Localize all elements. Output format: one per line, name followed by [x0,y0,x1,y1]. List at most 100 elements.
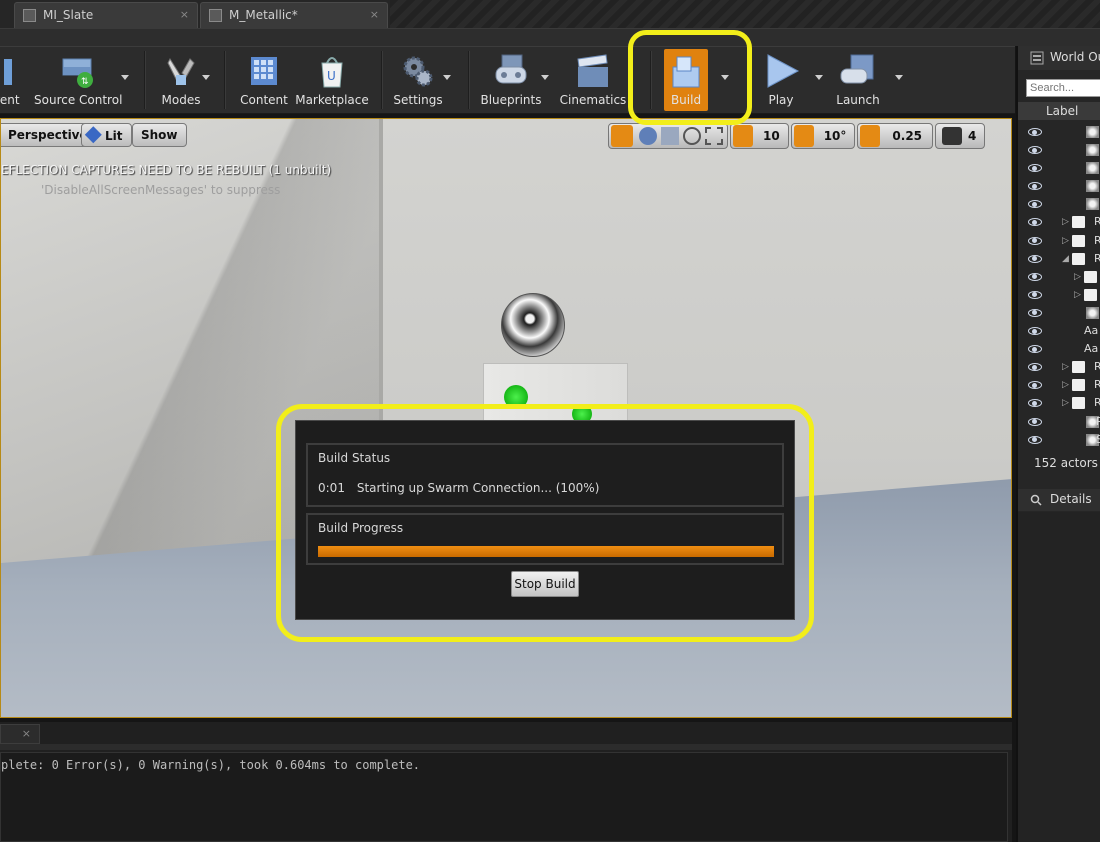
eye-icon[interactable] [1028,290,1042,299]
outliner-row[interactable]: ▷ R [1018,214,1100,232]
outliner-row[interactable] [1018,142,1100,160]
toolbar-label: Launch [836,93,880,107]
eye-icon[interactable] [1028,146,1042,155]
marketplace-button[interactable]: U Marketplace [294,49,370,111]
content-button[interactable]: Content [236,49,292,111]
blueprint-icon [495,54,527,84]
volume-icon [1086,144,1099,157]
metallic-sphere[interactable] [501,293,565,357]
lit-button[interactable]: Lit [81,123,132,147]
play-button[interactable]: Play [754,49,808,111]
blueprints-button[interactable]: Blueprints [478,49,544,111]
eye-icon[interactable] [1028,128,1042,136]
outliner-row[interactable] [1018,178,1100,196]
eye-icon[interactable] [1028,363,1042,372]
expand-arrow-icon[interactable]: ▷ [1074,272,1081,282]
modes-button[interactable]: Modes [152,49,210,111]
viewport-tools: 10 10° 0.25 4 [608,123,986,149]
chevron-down-icon[interactable] [815,75,823,80]
chevron-down-icon[interactable] [202,75,210,80]
eye-icon[interactable] [1028,399,1042,408]
outliner-row[interactable] [1018,124,1100,142]
outliner-row[interactable]: S [1018,432,1100,450]
settings-button[interactable]: Settings [390,49,446,111]
outliner-row[interactable]: Aa [1018,323,1100,341]
toolbar-label: Modes [161,93,201,107]
eye-icon[interactable] [1028,381,1042,390]
source-control-icon: ⇅ [62,58,93,88]
tab-m-metallic[interactable]: M_Metallic* × [200,2,388,28]
tab-strip-background [390,0,1100,28]
outliner-row[interactable] [1018,305,1100,323]
eye-icon[interactable] [1028,254,1042,263]
scale-icon[interactable] [661,127,679,145]
world-local-icon[interactable] [683,127,701,145]
surface-snap-icon[interactable] [705,127,723,145]
output-log[interactable]: plete: 0 Error(s), 0 Warning(s), took 0.… [0,752,1008,842]
eye-icon[interactable] [1028,236,1042,245]
outliner-row-label: S [1096,432,1100,446]
label-column-header[interactable]: Label [1018,102,1100,120]
outliner-row[interactable]: P [1018,414,1100,432]
source-control-button[interactable]: ⇅ Source Control [34,49,122,111]
expand-arrow-icon[interactable]: ▷ [1062,217,1069,227]
outliner-row[interactable]: ◢ R [1018,251,1100,269]
eye-icon[interactable] [1028,417,1042,426]
sphere-icon [1086,162,1099,175]
chevron-down-icon[interactable] [443,75,451,80]
chevron-down-icon[interactable] [895,75,903,80]
outliner-row[interactable]: ▷ R [1018,377,1100,395]
close-icon[interactable]: × [22,727,31,740]
camera-speed-control[interactable]: 4 [935,123,986,149]
eye-icon[interactable] [1028,182,1042,191]
tab-mi-slate[interactable]: MI_Slate × [14,2,198,28]
eye-icon[interactable] [1028,435,1042,444]
outliner-list: ▷ R ▷ R ◢ R ▷ ▷ Aa Aa ▷ R ▷ R ▷ R P S [1018,124,1100,450]
outliner-row[interactable]: ▷ R [1018,359,1100,377]
grid-snap-control[interactable]: 10 [730,123,789,149]
camera-speed-value: 4 [968,129,977,143]
grid-icon [733,125,753,147]
expand-arrow-icon[interactable]: ▷ [1062,362,1069,372]
close-icon[interactable]: × [180,8,189,21]
expand-arrow-icon[interactable]: ▷ [1062,236,1069,246]
expand-arrow-icon[interactable]: ▷ [1074,290,1081,300]
outliner-row-label: R [1094,396,1100,410]
outliner-search-input[interactable] [1026,79,1100,97]
expand-arrow-icon[interactable]: ▷ [1062,380,1069,390]
expand-arrow-icon[interactable]: ◢ [1062,254,1069,264]
eye-icon[interactable] [1028,164,1042,173]
outliner-row-label: R [1094,251,1100,265]
log-tab[interactable]: × [0,724,40,744]
save-current-button[interactable]: rrent [0,49,30,111]
outliner-row[interactable]: ▷ [1018,269,1100,287]
outliner-row-label: P [1096,414,1100,428]
scale-snap-control[interactable]: 0.25 [857,123,934,149]
outliner-row[interactable]: Aa [1018,341,1100,359]
chevron-down-icon[interactable] [541,75,549,80]
translate-icon[interactable] [611,125,633,147]
eye-icon[interactable] [1028,272,1042,281]
outliner-row[interactable]: ▷ R [1018,233,1100,251]
eye-icon[interactable] [1028,218,1042,227]
rotation-snap-control[interactable]: 10° [790,123,856,149]
outliner-row[interactable] [1018,196,1100,214]
chevron-down-icon[interactable] [121,75,129,80]
outliner-row[interactable]: ▷ R [1018,395,1100,413]
eye-icon[interactable] [1028,345,1042,354]
outliner-row[interactable] [1018,160,1100,178]
transform-tools[interactable] [608,123,728,149]
eye-icon[interactable] [1028,308,1042,317]
show-button[interactable]: Show [132,123,187,147]
rotate-icon[interactable] [639,127,657,145]
world-outliner-tab[interactable]: World Out [1018,46,1100,70]
eye-icon[interactable] [1028,200,1042,209]
outliner-icon [1030,51,1044,65]
cinematics-button[interactable]: Cinematics [558,49,628,111]
details-tab[interactable]: Details [1018,489,1100,511]
eye-icon[interactable] [1028,327,1042,336]
close-icon[interactable]: × [370,8,379,21]
outliner-row[interactable]: ▷ [1018,287,1100,305]
expand-arrow-icon[interactable]: ▷ [1062,398,1069,408]
launch-button[interactable]: Launch [830,49,886,111]
